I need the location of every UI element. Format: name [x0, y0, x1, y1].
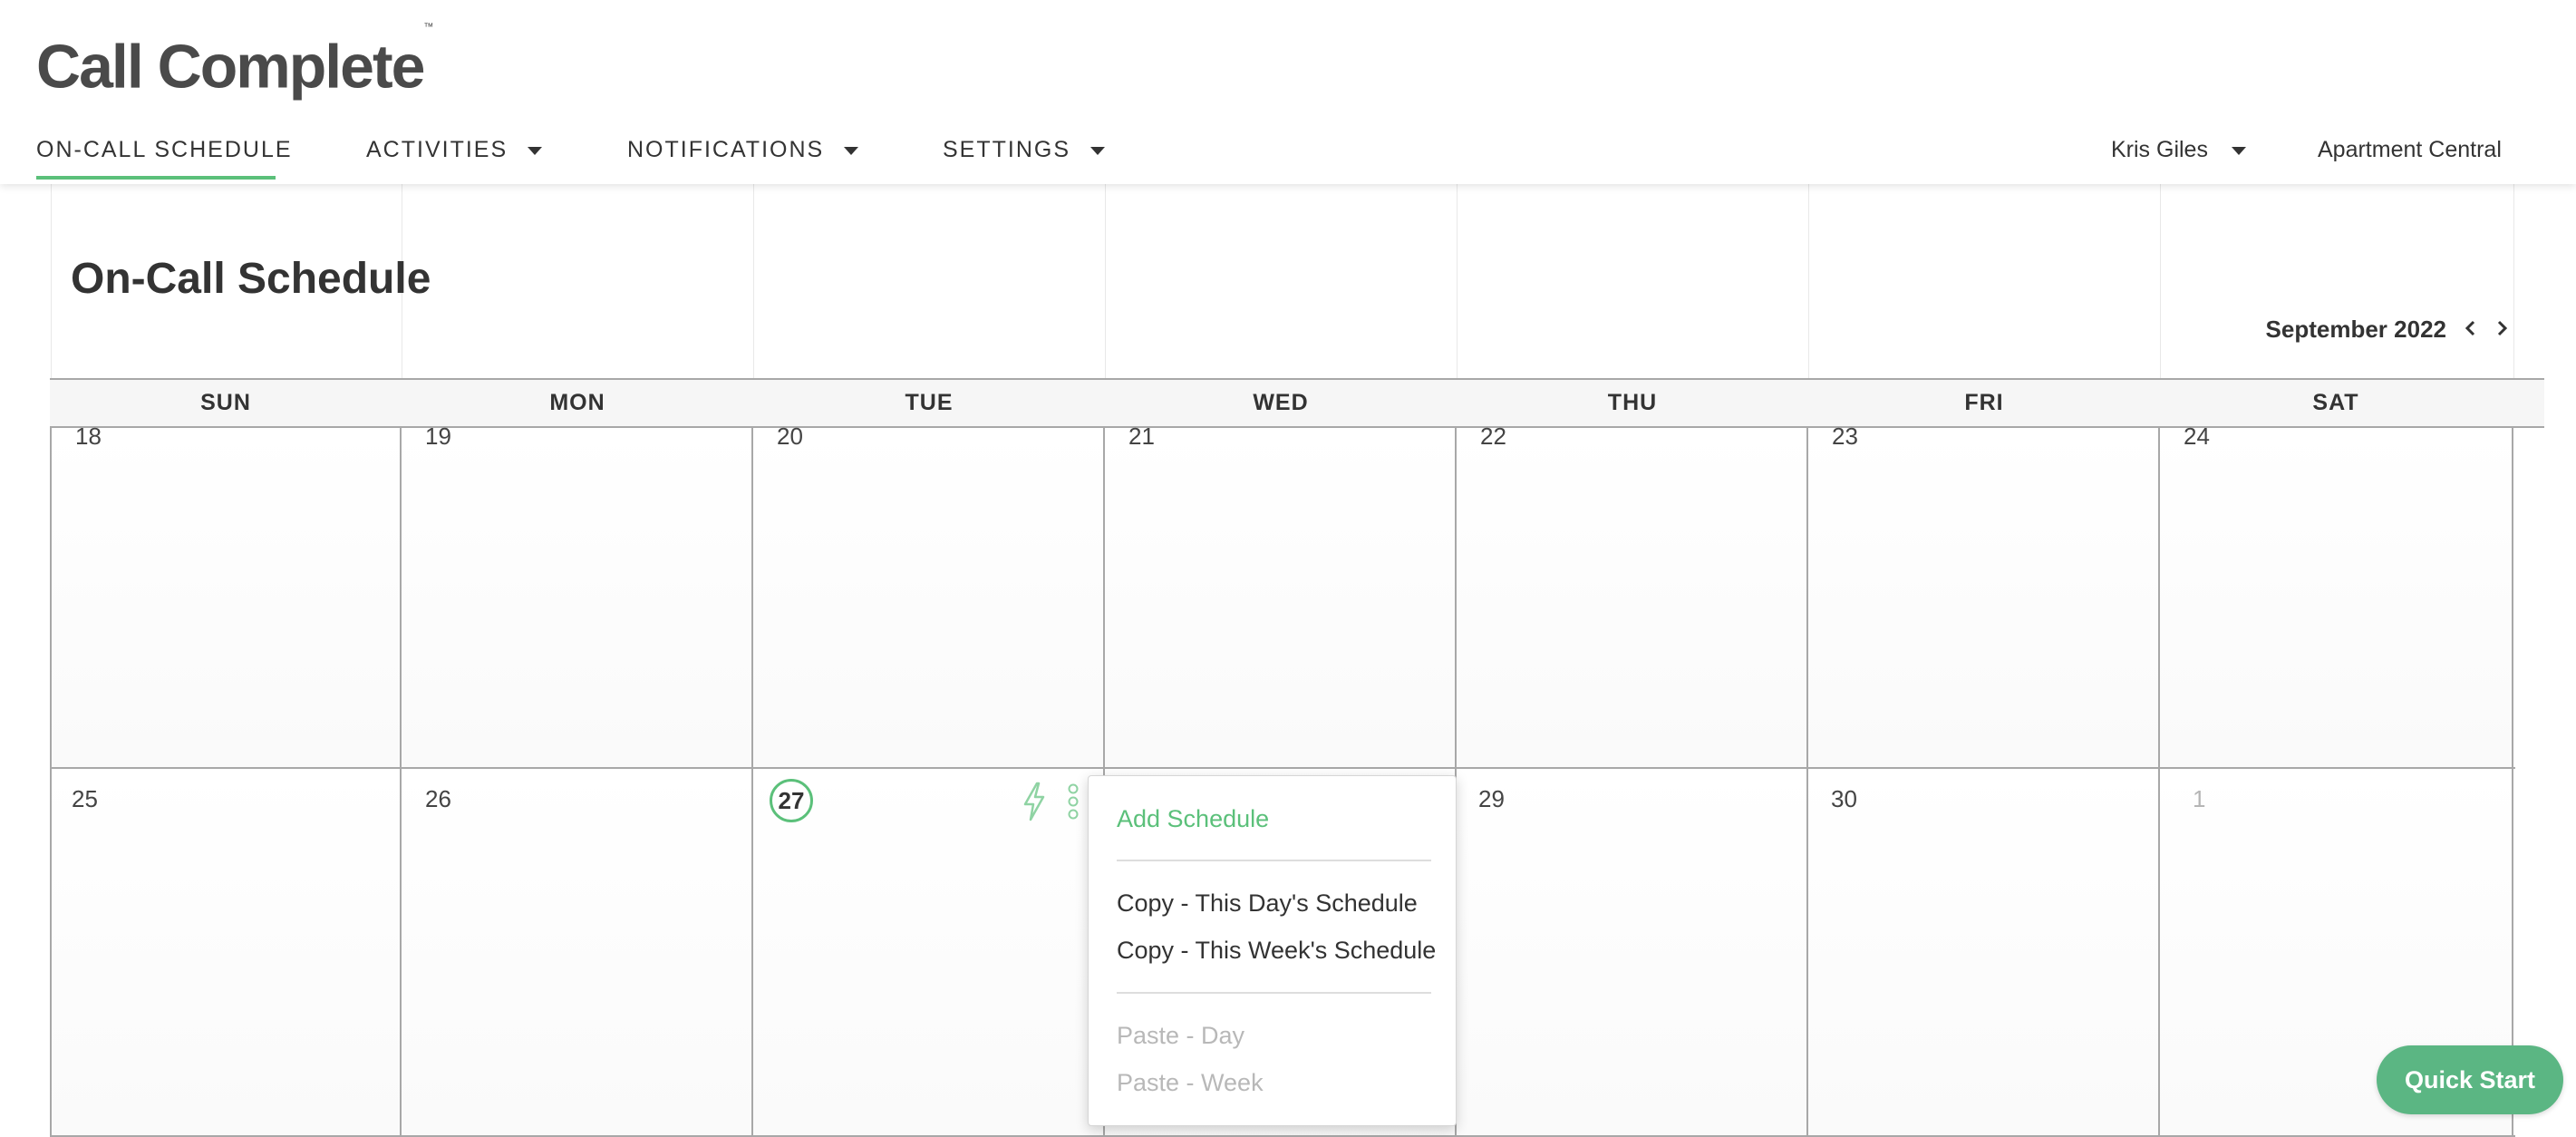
- user-menu[interactable]: Kris Giles: [2111, 136, 2246, 163]
- grid-guide: [2160, 184, 2161, 378]
- caret-down-icon: [528, 146, 543, 155]
- nav-on-call-schedule-label: ON-CALL SCHEDULE: [36, 137, 293, 162]
- day-number: 23: [1832, 423, 1858, 450]
- caret-down-icon: [1090, 146, 1106, 155]
- nav-activities-label: ACTIVITIES: [366, 137, 508, 162]
- nav-notifications-label: NOTIFICATIONS: [627, 137, 825, 162]
- day-number-next-month: 1: [2193, 785, 2206, 812]
- nav-active-indicator: [36, 176, 276, 180]
- today-indicator[interactable]: 27: [770, 779, 813, 822]
- account-name[interactable]: Apartment Central: [2318, 136, 2502, 163]
- weekday-mon: MON: [549, 390, 605, 415]
- quick-start-button[interactable]: Quick Start: [2377, 1045, 2563, 1114]
- day-number: 24: [2184, 423, 2210, 450]
- day-cell[interactable]: 23: [1808, 423, 2160, 769]
- day-cell[interactable]: 21: [1105, 423, 1457, 769]
- day-cell[interactable]: [1457, 769, 1808, 1137]
- day-cell[interactable]: 22: [1457, 423, 1808, 769]
- menu-divider: [1117, 860, 1431, 861]
- weekday-sun: SUN: [200, 390, 251, 415]
- day-context-menu: Add Schedule Copy - This Day's Schedule …: [1088, 775, 1457, 1126]
- weekday-wed: WED: [1253, 390, 1309, 415]
- nav-settings[interactable]: SETTINGS: [943, 136, 1106, 163]
- day-number: 29: [1478, 785, 1505, 812]
- day-cell-today[interactable]: [753, 769, 1105, 1137]
- day-number: 26: [425, 785, 451, 812]
- menu-divider: [1117, 992, 1431, 994]
- nav-activities[interactable]: ACTIVITIES: [366, 136, 543, 163]
- paste-week-option: Paste - Week: [1117, 1069, 1264, 1096]
- weekday-header: SUN MON TUE WED THU FRI SAT: [50, 378, 2544, 428]
- caret-down-icon: [2231, 146, 2246, 155]
- caret-down-icon: [844, 146, 859, 155]
- copy-day-schedule-option[interactable]: Copy - This Day's Schedule: [1117, 888, 1418, 918]
- day-cell[interactable]: 18: [50, 423, 402, 769]
- month-label: September 2022: [2265, 316, 2446, 343]
- nav-on-call-schedule[interactable]: ON-CALL SCHEDULE: [36, 136, 293, 163]
- day-number: 25: [72, 785, 98, 812]
- day-cell[interactable]: 20: [753, 423, 1105, 769]
- day-cell[interactable]: [1808, 769, 2160, 1137]
- next-month-button[interactable]: [2491, 317, 2513, 339]
- grid-guide: [1105, 184, 1106, 378]
- chevron-right-icon: [2497, 320, 2508, 336]
- weekday-fri: FRI: [1964, 390, 2004, 415]
- day-cell[interactable]: [402, 769, 753, 1137]
- weekday-sat: SAT: [2312, 390, 2359, 415]
- top-header: Call Complete™ ON-CALL SCHEDULE ACTIVITI…: [0, 0, 2576, 184]
- grid-guide: [1808, 184, 1809, 378]
- nav-settings-label: SETTINGS: [943, 137, 1071, 162]
- lightning-icon[interactable]: [1022, 782, 1047, 821]
- add-schedule-option[interactable]: Add Schedule: [1117, 803, 1269, 834]
- grid-guide: [753, 184, 754, 378]
- grid-guide: [2513, 184, 2514, 378]
- copy-week-schedule-option[interactable]: Copy - This Week's Schedule: [1117, 935, 1436, 966]
- day-number: 30: [1831, 785, 1857, 812]
- day-number: 19: [425, 423, 451, 450]
- day-number: 21: [1128, 423, 1155, 450]
- day-cell[interactable]: [50, 769, 402, 1137]
- day-cell[interactable]: 19: [402, 423, 753, 769]
- prev-month-button[interactable]: [2460, 317, 2482, 339]
- weekday-tue: TUE: [905, 390, 954, 415]
- chevron-left-icon: [2465, 320, 2475, 336]
- more-vertical-icon[interactable]: [1066, 782, 1080, 821]
- grid-guide: [51, 184, 52, 378]
- page-title: On-Call Schedule: [71, 255, 431, 303]
- day-cell[interactable]: 24: [2160, 423, 2513, 769]
- app-logo[interactable]: Call Complete™: [36, 22, 433, 103]
- day-number: 18: [75, 423, 102, 450]
- paste-day-option: Paste - Day: [1117, 1022, 1245, 1049]
- day-number: 20: [777, 423, 803, 450]
- user-name: Kris Giles: [2111, 137, 2208, 162]
- day-number: 22: [1480, 423, 1506, 450]
- nav-notifications[interactable]: NOTIFICATIONS: [627, 136, 859, 163]
- weekday-thu: THU: [1607, 390, 1658, 415]
